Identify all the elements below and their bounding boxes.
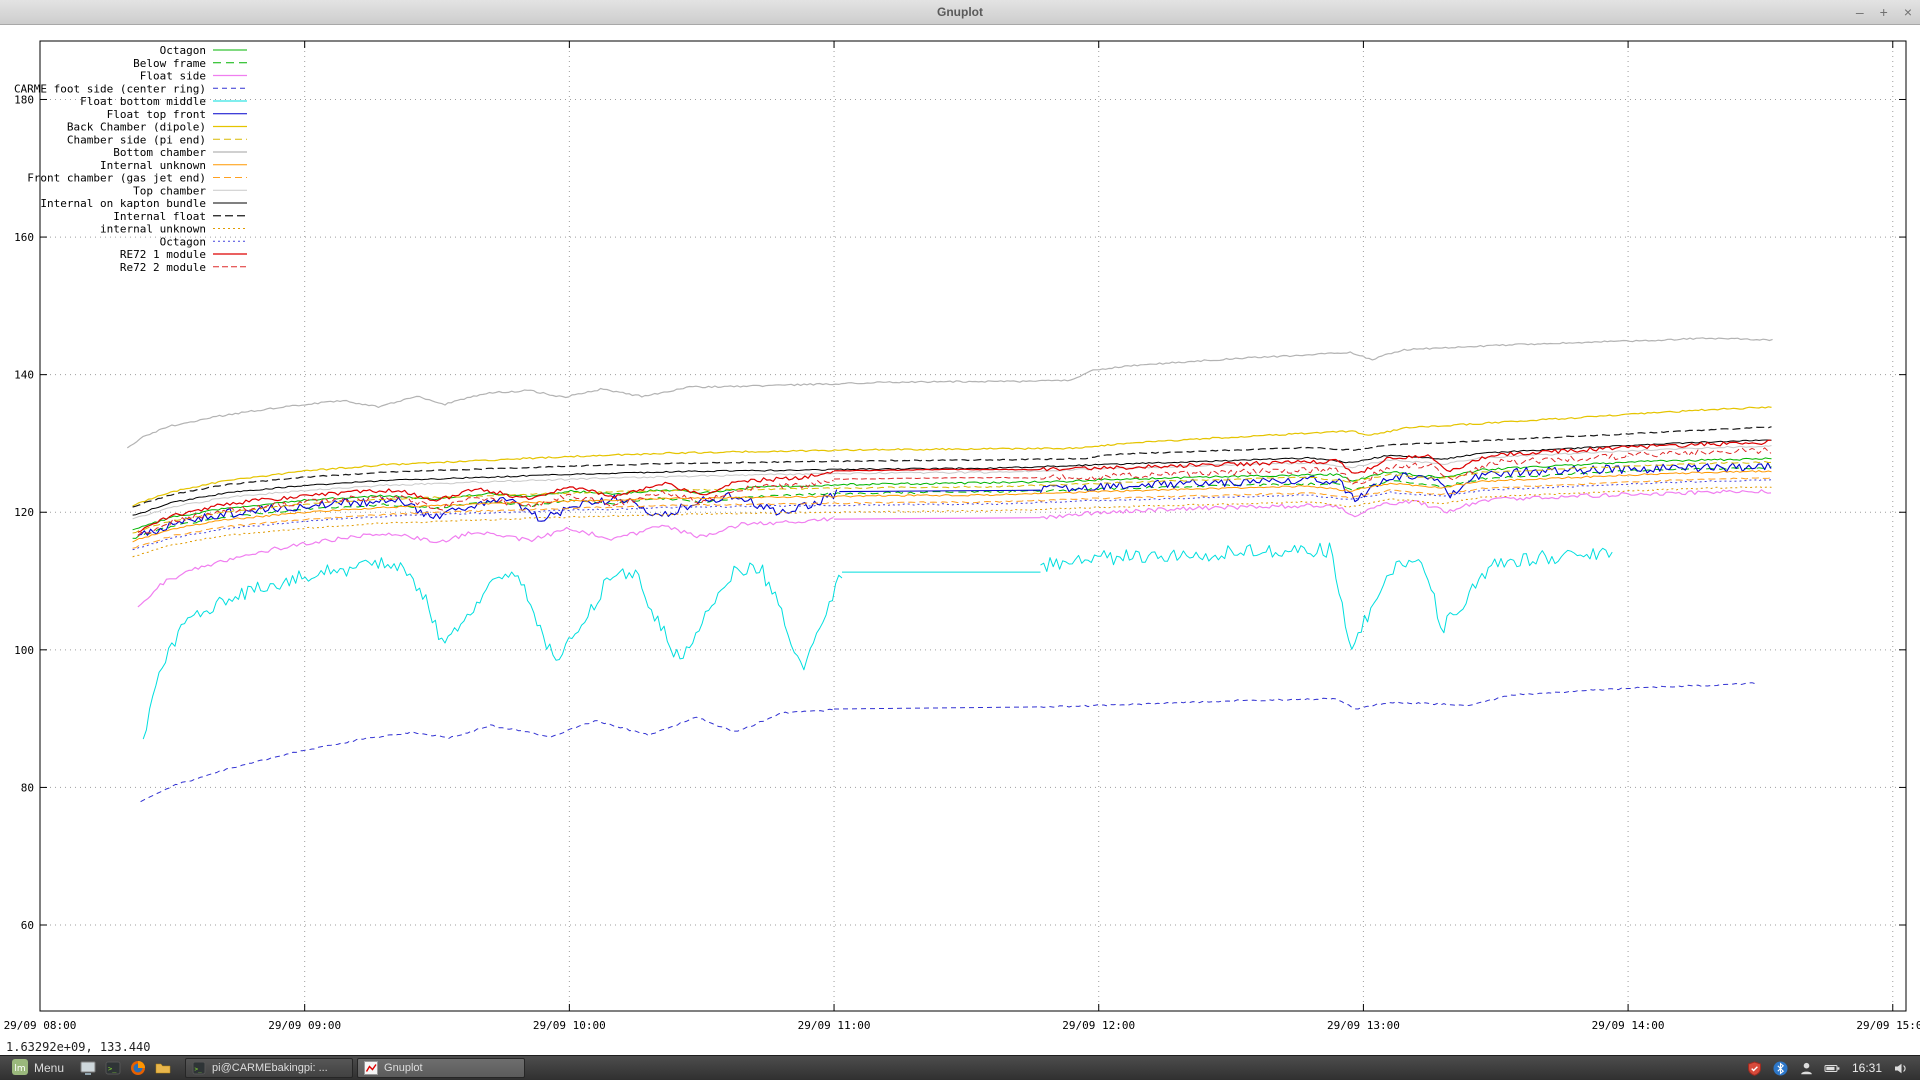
volume-tray-button[interactable]: [1892, 1059, 1910, 1077]
terminal-launcher-launcher-button[interactable]: >_: [102, 1057, 124, 1079]
desktop-launcher-button[interactable]: [77, 1057, 99, 1079]
x-tick-label: 29/09 09:00: [268, 1019, 341, 1032]
legend-label: Octagon: [160, 44, 206, 57]
battery-tray-button[interactable]: [1824, 1059, 1842, 1077]
y-tick-label: 120: [14, 506, 34, 519]
series-line: [143, 543, 1612, 739]
user-tray-button[interactable]: [1798, 1059, 1816, 1077]
gnuplot-icon: [364, 1061, 378, 1075]
legend-label: Internal on kapton bundle: [40, 197, 206, 210]
x-tick-label: 29/09 14:00: [1592, 1019, 1665, 1032]
terminal-launcher-icon: >_: [105, 1060, 121, 1076]
x-tick-label: 29/09 08:00: [4, 1019, 77, 1032]
legend-label: Internal float: [113, 210, 206, 223]
y-tick-label: 180: [14, 93, 34, 106]
bluetooth-tray-button[interactable]: [1772, 1059, 1790, 1077]
legend-label: Float bottom middle: [80, 95, 206, 108]
legend-label: Back Chamber (dipole): [67, 121, 206, 134]
series-line: [141, 683, 1759, 802]
user-icon: [1799, 1061, 1814, 1076]
x-tick-label: 29/09 13:00: [1327, 1019, 1400, 1032]
svg-text:lm: lm: [14, 1064, 25, 1074]
minimize-button[interactable]: –: [1856, 5, 1864, 19]
y-tick-label: 60: [21, 919, 34, 932]
close-button[interactable]: ×: [1904, 5, 1912, 19]
legend-label: Below frame: [133, 57, 206, 70]
mouse-coordinate-readout: 1.63292e+09, 133.440: [6, 1040, 151, 1054]
y-tick-label: 160: [14, 231, 34, 244]
legend-label: Internal unknown: [100, 159, 206, 172]
taskbar-window-pi-carmebakingpi[interactable]: >_ pi@CARMEbakingpi: ...: [185, 1058, 353, 1078]
svg-text:>_: >_: [195, 1066, 203, 1073]
battery-icon: [1824, 1061, 1841, 1076]
x-tick-label: 29/09 12:00: [1062, 1019, 1135, 1032]
plot-canvas[interactable]: 29/09 08:00 29/09 09:00 29/09 10:00 29/09 1…: [0, 25, 1920, 1056]
series-line: [133, 462, 1772, 533]
taskbar-window-gnuplot[interactable]: Gnuplot: [357, 1058, 525, 1078]
launcher-strip: >_: [77, 1057, 174, 1079]
series-line: [133, 487, 1772, 557]
window-controls: – + ×: [1856, 0, 1912, 24]
menu-button-label: Menu: [34, 1061, 64, 1075]
plot-frame: [40, 41, 1906, 1011]
x-tick-label: 29/09 11:00: [798, 1019, 871, 1032]
legend-label: Float side: [140, 70, 206, 83]
terminal-icon: >_: [192, 1061, 206, 1075]
task-window-label: Gnuplot: [384, 1062, 423, 1074]
legend-label: Bottom chamber: [113, 146, 206, 159]
x-tick-label: 29/09 10:00: [533, 1019, 606, 1032]
window-list: >_ pi@CARMEbakingpi: ... Gnuplot: [185, 1058, 525, 1078]
desktop-icon: [80, 1060, 96, 1076]
shield-icon: [1747, 1061, 1762, 1076]
gnuplot-window-content: 29/09 08:00 29/09 09:00 29/09 10:00 29/09 1…: [0, 25, 1920, 1056]
legend-label: internal unknown: [100, 223, 206, 236]
legend-label: Float top front: [107, 108, 206, 121]
legend-label: CARME foot side (center ring): [14, 82, 206, 95]
menu-button[interactable]: lm Menu: [4, 1057, 72, 1079]
legend-label: RE72 1 module: [120, 248, 206, 261]
desktop: Gnuplot – + × 29/09 08:0029/09 09:0029/0…: [0, 0, 1920, 1080]
y-tick-label: 100: [14, 644, 34, 657]
y-tick-label: 80: [21, 781, 34, 794]
firefox-launcher-button[interactable]: [127, 1057, 149, 1079]
volume-icon: [1893, 1061, 1909, 1076]
legend-label: Octagon: [160, 235, 206, 248]
window-titlebar[interactable]: Gnuplot – + ×: [0, 0, 1920, 25]
system-tray: 16:31: [1746, 1059, 1916, 1077]
svg-text:>_: >_: [108, 1065, 117, 1073]
files-icon: [155, 1060, 171, 1076]
series-line: [127, 338, 1772, 448]
legend-label: Top chamber: [133, 184, 206, 197]
series-line: [133, 478, 1772, 548]
firefox-icon: [130, 1060, 146, 1076]
taskbar-clock[interactable]: 16:31: [1850, 1061, 1884, 1075]
legend-label: Chamber side (pi end): [67, 133, 206, 146]
taskbar: lm Menu >_ >_ pi@CARMEbakingpi: ... Gnuplo…: [0, 1055, 1920, 1080]
shield-tray-button[interactable]: [1746, 1059, 1764, 1077]
x-tick-label: 29/09 15:00: [1856, 1019, 1920, 1032]
mint-menu-icon: lm: [12, 1059, 28, 1078]
window-title: Gnuplot: [0, 0, 1920, 24]
maximize-button[interactable]: +: [1880, 5, 1888, 19]
files-launcher-button[interactable]: [152, 1057, 174, 1079]
task-window-label: pi@CARMEbakingpi: ...: [212, 1062, 328, 1074]
series-line: [133, 480, 1772, 550]
bluetooth-icon: [1773, 1061, 1788, 1076]
legend-label: Front chamber (gas jet end): [27, 172, 206, 185]
legend-label: Re72 2 module: [120, 261, 206, 274]
y-tick-label: 140: [14, 369, 34, 382]
